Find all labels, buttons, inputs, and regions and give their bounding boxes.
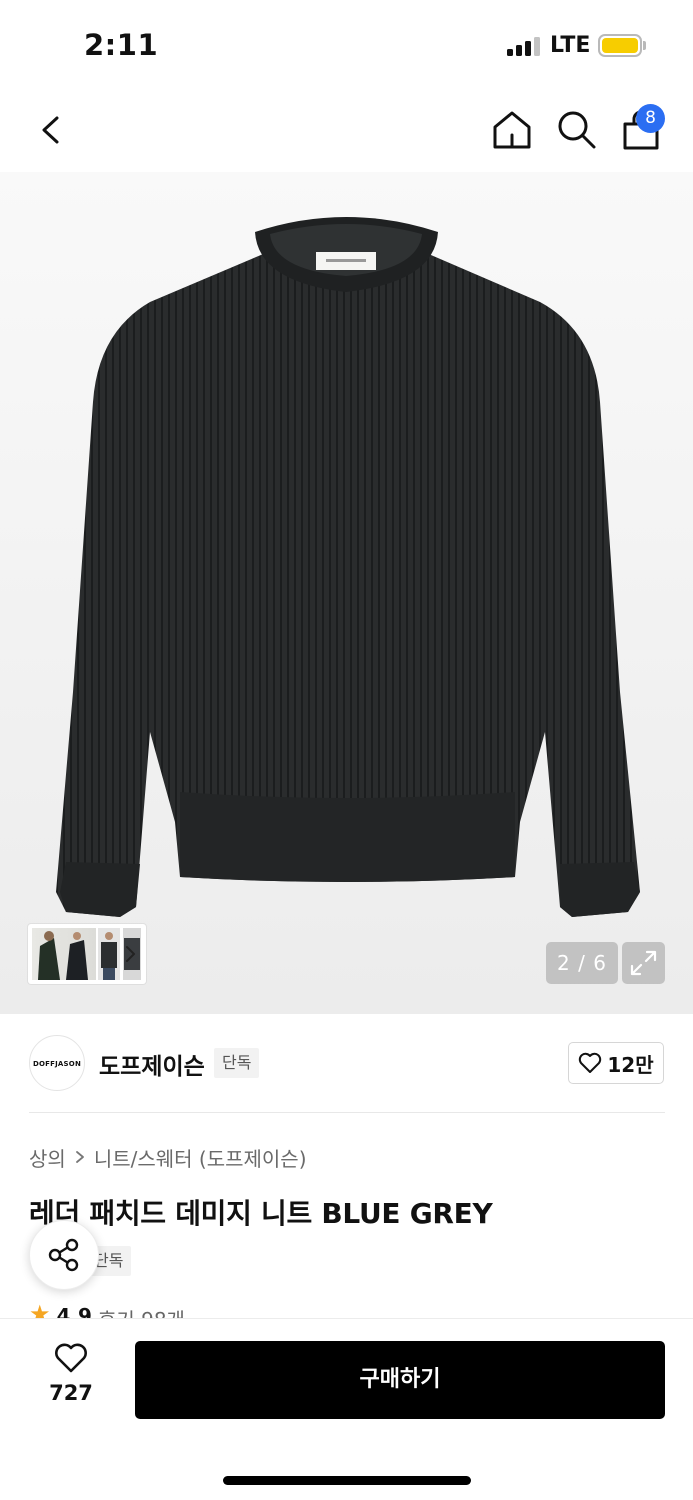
buy-button[interactable]: 구매하기 — [135, 1341, 665, 1419]
status-bar: 2:11 LTE — [0, 0, 693, 92]
wishlist-count: 727 — [49, 1381, 93, 1405]
wishlist-button[interactable]: 727 — [36, 1343, 106, 1413]
thumbnail-1[interactable] — [32, 928, 96, 980]
thumbnail-2[interactable] — [98, 928, 120, 980]
home-button[interactable] — [490, 108, 534, 152]
breadcrumb-item-category[interactable]: 니트/스웨터 (도프제이슨) — [94, 1143, 307, 1172]
brand-like-button[interactable]: 12만 — [568, 1042, 664, 1084]
product-title: 레더 패치드 데미지 니트 BLUE GREY — [29, 1197, 493, 1230]
breadcrumb-chevron-icon — [74, 1146, 86, 1170]
image-page-counter: 2 / 6 — [546, 942, 618, 984]
bottom-action-bar: 727 구매하기 — [0, 1318, 693, 1500]
search-icon — [558, 111, 596, 149]
network-label: LTE — [550, 33, 591, 58]
share-button[interactable] — [29, 1220, 99, 1290]
status-time: 2:11 — [84, 28, 159, 62]
search-button[interactable] — [555, 108, 599, 152]
heart-icon — [55, 1343, 87, 1373]
brand-row[interactable]: DOFFJASON 도프제이슨 단독 12만 — [0, 1014, 693, 1112]
home-indicator[interactable] — [223, 1476, 471, 1485]
signal-icon — [507, 36, 540, 56]
back-chevron-icon — [42, 116, 59, 144]
expand-icon — [630, 950, 657, 976]
cart-badge: 8 — [636, 104, 665, 133]
breadcrumb: 상의 니트/스웨터 (도프제이슨) — [29, 1143, 307, 1172]
brand-logo[interactable]: DOFFJASON — [29, 1035, 85, 1091]
brand-name[interactable]: 도프제이슨 — [99, 1047, 205, 1081]
home-icon — [493, 111, 531, 149]
top-nav — [0, 92, 693, 172]
share-icon — [48, 1238, 79, 1272]
product-gallery[interactable]: 2 / 6 — [0, 172, 693, 1014]
battery-icon — [598, 34, 642, 57]
back-button[interactable] — [32, 110, 72, 150]
breadcrumb-item-top[interactable]: 상의 — [29, 1143, 66, 1172]
battery-tip — [643, 41, 646, 50]
brand-like-count: 12만 — [607, 1052, 654, 1077]
divider — [29, 1112, 665, 1113]
heart-icon — [579, 1052, 602, 1073]
chevron-right-icon[interactable] — [120, 943, 140, 965]
brand-exclusive-tag: 단독 — [214, 1048, 260, 1078]
expand-button[interactable] — [622, 942, 665, 984]
product-image — [56, 217, 640, 917]
